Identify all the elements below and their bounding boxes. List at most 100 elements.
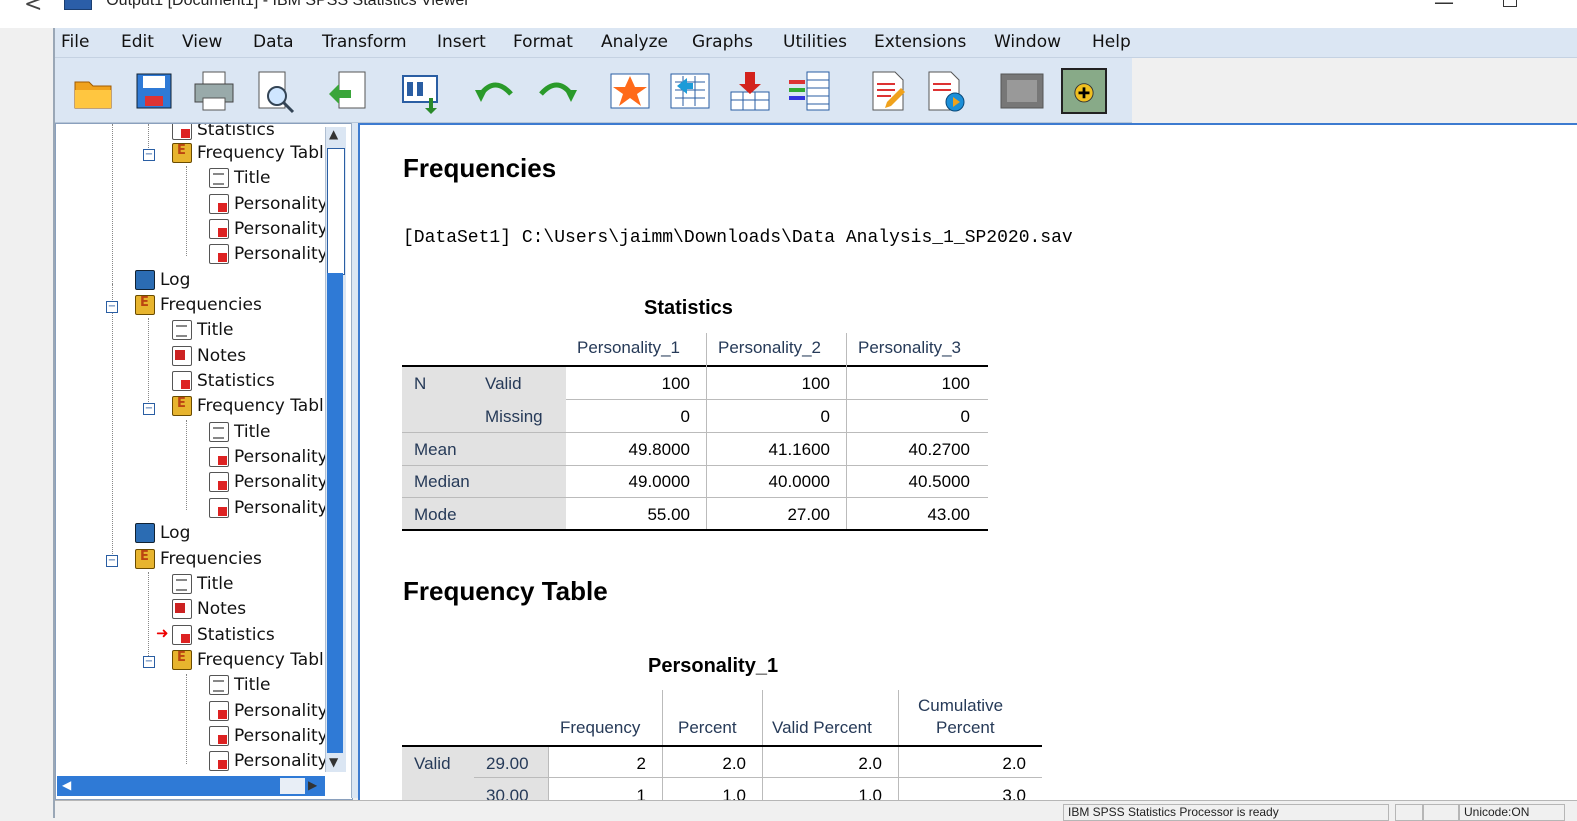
menu-format[interactable]: Format [513,32,573,52]
outline-hscroll-end[interactable] [280,778,305,794]
frequency-table-icon [172,143,192,163]
table-icon [209,751,229,771]
recall-dialog-icon[interactable] [399,68,445,114]
maximize-button[interactable] [1503,0,1517,7]
outline-node-statistics[interactable]: Statistics [172,625,275,649]
scroll-right-icon[interactable]: ▶ [308,778,317,792]
collapse-toggle[interactable]: − [143,149,155,161]
window-title: *Output1 [Document1] - IBM SPSS Statisti… [100,0,470,9]
collapse-toggle[interactable]: − [106,555,118,567]
outline-node-title[interactable]: Title [172,320,233,344]
scroll-down-icon[interactable]: ▼ [329,755,338,769]
row-label-mode: Mode [414,505,457,524]
outline-node-statistics[interactable]: Statistics [172,124,275,144]
outline-node-personality[interactable]: Personality [209,194,328,218]
menu-data[interactable]: Data [253,32,294,52]
outline-node-personality[interactable]: Personality [209,498,328,522]
hide-icon[interactable] [999,68,1045,114]
minimize-button[interactable]: — [1434,0,1454,14]
outline-node-notes[interactable]: Notes [172,599,246,623]
log-icon [135,523,155,543]
outline-node-personality[interactable]: Personality [209,219,328,243]
insert-output-icon[interactable] [923,68,969,114]
menu-analyze[interactable]: Analyze [601,32,668,52]
frequency-table-icon [172,650,192,670]
menu-graphs[interactable]: Graphs [692,32,753,52]
outline-node-personality[interactable]: Personality [209,447,328,471]
menu-transform[interactable]: Transform [322,32,407,52]
col-header-p3: Personality_3 [858,338,962,357]
outline-node-personality[interactable]: Personality [209,701,328,725]
undo-icon[interactable] [473,68,519,114]
menu-file[interactable]: File [61,32,89,52]
row-divider [402,497,988,498]
goto-case-icon[interactable] [667,68,713,114]
outline-node-frequencies[interactable]: Frequencies [135,295,262,319]
outline-node-frequency-table[interactable]: Frequency Tabl [172,143,324,167]
stat-cell: 55.00 [647,505,690,524]
frequency-table-icon [172,396,192,416]
goto-data-icon[interactable] [607,68,653,114]
row-divider [566,399,988,400]
tree-line [186,166,187,256]
outline-scroll-track[interactable] [327,273,343,753]
outline-node-frequency-table[interactable]: Frequency Tabl [172,650,324,674]
table-icon [209,726,229,746]
menu-window[interactable]: Window [994,32,1061,52]
outline-node-log[interactable]: Log [135,270,190,294]
menu-view[interactable]: View [182,32,222,52]
redo-icon[interactable] [533,68,579,114]
outline-node-notes[interactable]: Notes [172,346,246,370]
notes-icon [172,346,192,366]
print-preview-icon[interactable] [251,68,297,114]
scroll-left-icon[interactable]: ◀ [62,778,71,792]
title-icon [172,574,192,594]
variables-icon[interactable] [787,68,833,114]
menu-edit[interactable]: Edit [121,32,154,52]
outline-node-statistics[interactable]: Statistics [172,371,275,395]
outline-node-log[interactable]: Log [135,523,190,547]
open-icon[interactable] [71,68,117,114]
menu-extensions[interactable]: Extensions [874,32,966,52]
collapse-toggle[interactable]: − [143,656,155,668]
outline-node-personality[interactable]: Personality [209,751,328,775]
col-divider [846,333,847,529]
table-icon [209,244,229,264]
designate-window-icon[interactable] [865,68,911,114]
menu-insert[interactable]: Insert [437,32,486,52]
outline-node-personality[interactable]: Personality [209,726,328,750]
outline-node-title[interactable]: Title [209,422,270,446]
stat-cell: 100 [941,374,970,393]
save-icon[interactable] [131,68,177,114]
toolbar [55,58,1132,123]
outline-node-personality[interactable]: Personality [209,472,328,496]
outline-node-title[interactable]: Title [172,574,233,598]
back-arrow-icon[interactable]: < [24,0,42,17]
export-icon[interactable] [325,68,371,114]
tree-line [112,284,113,564]
table-icon [209,472,229,492]
outline-node-title[interactable]: Title [209,168,270,192]
collapse-toggle[interactable]: − [143,403,155,415]
menu-utilities[interactable]: Utilities [783,32,847,52]
toolbar-empty-area [1132,58,1577,122]
row-label-valid: Valid [485,374,522,393]
outline-node-frequencies[interactable]: Frequencies [135,549,262,573]
print-icon[interactable] [191,68,237,114]
show-icon[interactable] [1061,68,1107,114]
goto-variable-icon[interactable] [727,68,773,114]
notes-icon [172,599,192,619]
title-icon [172,320,192,340]
title-icon [209,422,229,442]
outline-pane[interactable]: − − − − − ➜ Statistics Frequency Tabl Ti… [55,123,353,800]
collapse-toggle[interactable]: − [106,301,118,313]
scroll-up-icon[interactable]: ▲ [329,127,338,141]
outline-node-personality[interactable]: Personality [209,244,328,268]
outline-node-title[interactable]: Title [209,675,270,699]
outline-node-frequency-table[interactable]: Frequency Tabl [172,396,324,420]
outline-scroll-thumb[interactable] [327,148,345,275]
stat-cell: 0 [820,407,830,426]
menu-help[interactable]: Help [1092,32,1131,52]
log-icon [135,270,155,290]
output-content-pane[interactable]: Frequencies [DataSet1] C:\Users\jaimm\Do… [358,123,1577,802]
